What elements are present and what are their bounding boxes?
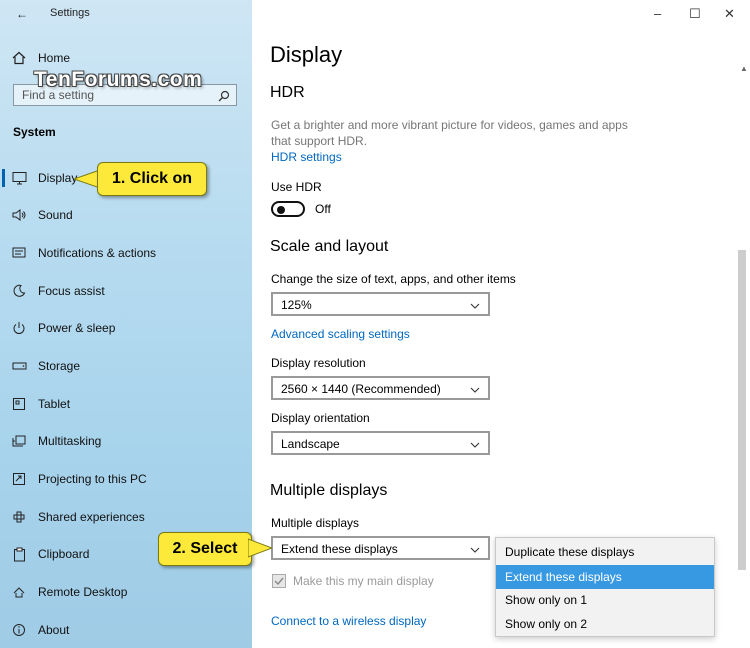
chevron-down-icon [470,543,480,557]
toggle-knob [277,206,285,214]
watermark: TenForums.com [34,68,203,91]
use-hdr-label: Use HDR [271,180,322,194]
sidebar-item-remote-desktop[interactable]: Remote Desktop [0,575,252,609]
orientation-label: Display orientation [271,411,370,425]
sidebar-item-focus-assist[interactable]: Focus assist [0,274,252,308]
callout-step2: 2. Select [158,532,252,566]
dropdown-option-selected[interactable]: Extend these displays [496,565,714,589]
sidebar-item-projecting[interactable]: Projecting to this PC [0,462,252,496]
wireless-display-link[interactable]: Connect to a wireless display [271,614,426,628]
sidebar-item-storage[interactable]: Storage [0,349,252,383]
speaker-icon [11,207,27,223]
sidebar-item-label: Tablet [38,397,71,411]
sidebar-item-label: Power & sleep [38,321,116,335]
hdr-heading: HDR [270,84,305,101]
section-label: System [13,125,56,139]
sidebar-item-multitasking[interactable]: Multitasking [0,424,252,458]
sidebar-item-sound[interactable]: Sound [0,198,252,232]
chevron-down-icon [470,438,480,452]
sidebar-item-about[interactable]: About [0,613,252,647]
sidebar-item-notifications[interactable]: Notifications & actions [0,236,252,270]
storage-icon [11,358,27,374]
multiple-displays-select[interactable]: Extend these displays [271,536,490,560]
main-display-checkbox[interactable] [272,574,286,588]
chevron-down-icon [470,383,480,397]
multitasking-icon [11,433,27,449]
close-button[interactable]: ✕ [724,6,735,22]
size-label: Change the size of text, apps, and other… [271,272,516,286]
sidebar-item-label: Storage [38,359,81,373]
dropdown-option[interactable]: Duplicate these displays [496,540,714,564]
multiple-displays-label: Multiple displays [271,516,360,530]
scale-select[interactable]: 125% [271,292,490,316]
moon-icon [11,283,27,299]
search-icon[interactable] [218,89,230,107]
scroll-up-icon[interactable]: ▲ [740,64,748,73]
chevron-down-icon [470,299,480,313]
select-value: Extend these displays [281,542,398,556]
main-display-label: Make this my main display [293,574,434,588]
use-hdr-toggle[interactable] [271,201,305,217]
remote-desktop-icon [11,584,27,600]
hdr-settings-link[interactable]: HDR settings [271,150,342,164]
sidebar-item-label: About [38,623,70,637]
tablet-icon [11,396,27,412]
multiple-displays-dropdown: Duplicate these displays Extend these di… [495,537,715,637]
shared-icon [11,509,27,525]
maximize-button[interactable]: ☐ [689,6,701,22]
dropdown-option[interactable]: Show only on 2 [496,612,714,636]
resolution-select[interactable]: 2560 × 1440 (Recommended) [271,376,490,400]
scale-heading: Scale and layout [270,238,389,255]
home-icon [11,50,27,66]
sidebar-item-label: Home [38,51,71,65]
sidebar-item-shared-experiences[interactable]: Shared experiences [0,500,252,534]
sidebar-item-label: Sound [38,208,73,222]
projector-icon [11,471,27,487]
select-value: Landscape [281,437,340,451]
resolution-label: Display resolution [271,356,366,370]
dropdown-option[interactable]: Show only on 1 [496,588,714,612]
callout-pointer [248,538,272,558]
callout-step1: 1. Click on [97,162,207,196]
back-arrow-icon[interactable]: ← [16,7,28,21]
power-icon [11,320,27,336]
clipboard-icon [11,546,27,562]
info-icon [11,622,27,638]
multiple-displays-heading: Multiple displays [270,482,388,499]
sidebar-item-label: Shared experiences [38,510,145,524]
sidebar-item-power-sleep[interactable]: Power & sleep [0,311,252,345]
sidebar-item-label: Projecting to this PC [38,472,147,486]
window-title: Settings [50,7,90,19]
select-value: 2560 × 1440 (Recommended) [281,382,441,396]
advanced-scaling-link[interactable]: Advanced scaling settings [271,327,410,341]
scrollbar-thumb[interactable] [738,250,746,570]
sidebar-item-label: Display [38,171,78,185]
select-value: 125% [281,298,312,312]
hdr-description: Get a brighter and more vibrant picture … [271,118,628,148]
orientation-select[interactable]: Landscape [271,431,490,455]
sidebar-item-tablet[interactable]: Tablet [0,387,252,421]
sidebar-item-label: Multitasking [38,434,102,448]
toggle-state: Off [315,202,331,216]
sidebar-item-label: Notifications & actions [38,246,157,260]
sidebar-item-label: Clipboard [38,547,90,561]
sidebar-item-label: Remote Desktop [38,585,128,599]
notification-icon [11,245,27,261]
sidebar-item-label: Focus assist [38,284,105,298]
minimize-button[interactable]: – [654,6,661,21]
monitor-icon [11,170,27,186]
page-title: Display [270,42,343,67]
